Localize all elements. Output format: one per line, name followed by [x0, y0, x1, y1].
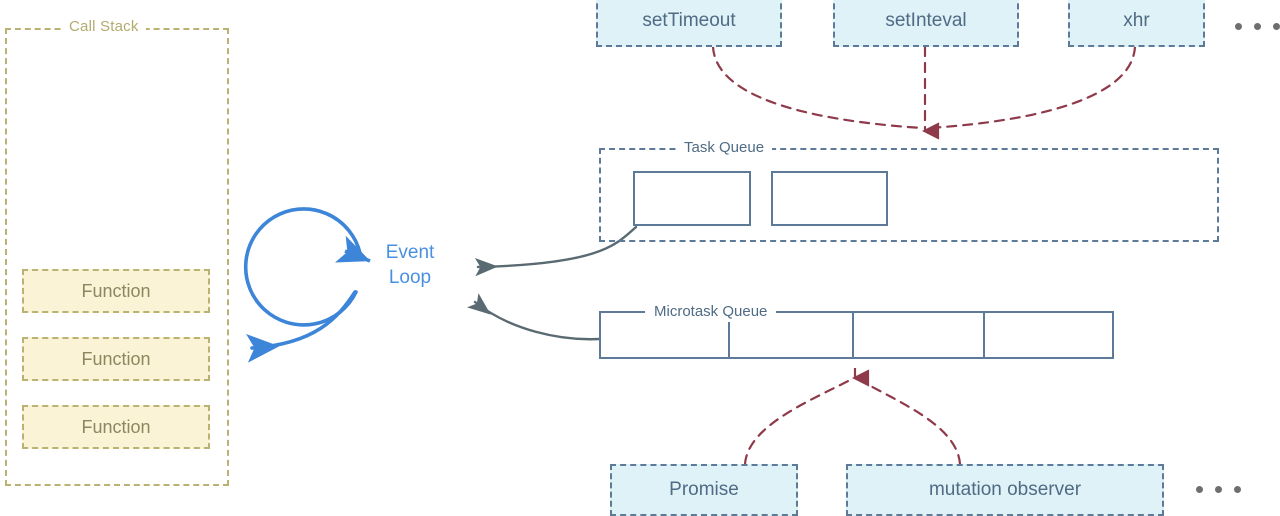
call-stack-frame[interactable]: Function	[22, 405, 210, 449]
web-api-ellipsis-icon	[1235, 23, 1280, 30]
call-stack-label: Call Stack	[62, 18, 146, 35]
event-loop-label: Event Loop	[362, 240, 458, 290]
microtask-queue-divider	[983, 311, 985, 359]
microtask-source-promise[interactable]: Promise	[610, 464, 798, 516]
event-loop-diagram: Call Stack Function Function Function Ev…	[0, 0, 1280, 516]
web-api-setinterval[interactable]: setInteval	[833, 0, 1019, 47]
microtask-source-mutation-observer[interactable]: mutation observer	[846, 464, 1164, 516]
task-queue-slot[interactable]	[633, 171, 751, 226]
arrow-xhr-to-taskqueue	[928, 45, 1137, 130]
web-api-settimeout[interactable]: setTimeout	[596, 0, 782, 47]
task-queue-slot[interactable]	[771, 171, 888, 226]
event-loop-label-line2: Loop	[388, 267, 432, 288]
event-loop-label-line1: Event	[385, 242, 435, 263]
call-stack-frame[interactable]: Function	[22, 337, 210, 381]
call-stack-frame[interactable]: Function	[22, 269, 210, 313]
microtask-source-ellipsis-icon	[1196, 486, 1241, 493]
task-queue-label: Task Queue	[676, 139, 773, 156]
arrow-settimeout-to-taskqueue	[711, 45, 924, 130]
microtask-queue-label: Microtask Queue	[645, 303, 777, 320]
microtask-queue-divider	[728, 322, 730, 359]
arrow-promise-to-microtaskqueue	[743, 377, 854, 466]
microtask-queue-divider	[852, 311, 854, 359]
event-loop-circle	[243, 207, 362, 327]
web-api-xhr[interactable]: xhr	[1068, 0, 1205, 47]
arrow-microtaskqueue-to-eventloop	[467, 293, 602, 341]
arrow-mutationobserver-to-microtaskqueue	[854, 376, 962, 466]
arrow-eventloop-to-callstack	[246, 290, 357, 363]
